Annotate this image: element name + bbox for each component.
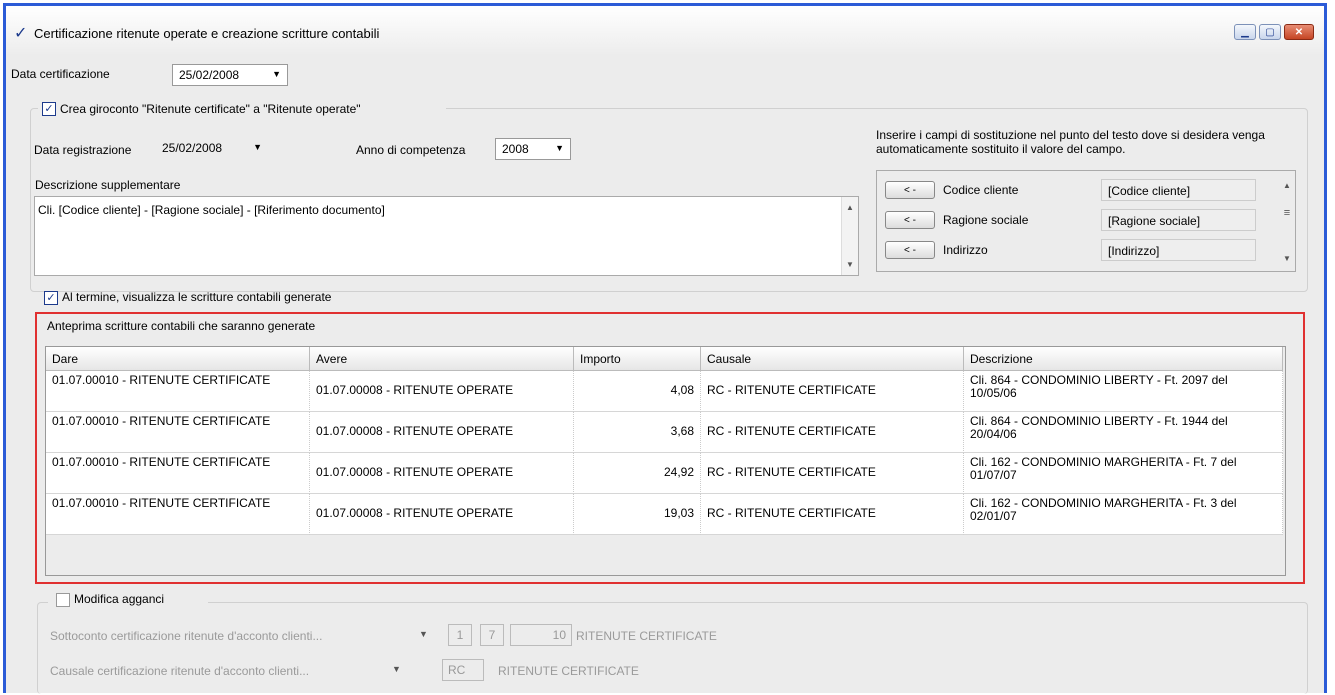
chevron-down-icon[interactable]: ▼ (419, 629, 428, 639)
sottoconto-code1[interactable]: 1 (448, 624, 472, 646)
column-header-descrizione[interactable]: Descrizione (964, 347, 1283, 371)
cell-importo: 19,03 (574, 494, 701, 535)
cell-causale: RC - RITENUTE CERTIFICATE (701, 412, 964, 453)
anteprima-grid: Dare Avere Importo Causale Descrizione 0… (45, 346, 1286, 576)
cell-descrizione: Cli. 864 - CONDOMINIO LIBERTY - Ft. 1944… (964, 412, 1283, 453)
sottoconto-code2[interactable]: 7 (480, 624, 504, 646)
scroll-down-icon[interactable]: ▼ (842, 260, 858, 269)
anteprima-title: Anteprima scritture contabili che sarann… (47, 319, 316, 333)
data-certificazione-picker[interactable]: 25/02/2008 ▼ (172, 64, 288, 86)
cell-avere: 01.07.00008 - RITENUTE OPERATE (310, 453, 574, 494)
scroll-up-icon[interactable]: ▲ (842, 203, 858, 212)
field-label: Indirizzo (943, 243, 988, 257)
maximize-button[interactable]: ▢ (1259, 24, 1281, 40)
anno-competenza-select[interactable]: 2008 ▼ (495, 138, 571, 160)
column-header-dare[interactable]: Dare (46, 347, 310, 371)
data-certificazione-label: Data certificazione (11, 67, 110, 81)
agganci-label: Modifica agganci (74, 592, 165, 606)
scroll-down-icon[interactable]: ▼ (1279, 254, 1295, 263)
cell-descrizione: Cli. 162 - CONDOMINIO MARGHERITA - Ft. 3… (964, 494, 1283, 535)
field-label: Codice cliente (943, 183, 1019, 197)
cell-descrizione: Cli. 162 - CONDOMINIO MARGHERITA - Ft. 7… (964, 453, 1283, 494)
agganci-header: Modifica agganci (48, 589, 208, 609)
scroll-thumb-icon[interactable]: ≡ (1279, 207, 1295, 219)
causale-desc: RITENUTE CERTIFICATE (498, 664, 639, 678)
title-bar: ✓ Certificazione ritenute operate e crea… (6, 6, 1324, 56)
scroll-up-icon[interactable]: ▲ (1279, 181, 1295, 190)
table-row[interactable]: 01.07.00010 - RITENUTE CERTIFICATE 01.07… (46, 494, 1283, 535)
window-title: Certificazione ritenute operate e creazi… (34, 26, 380, 41)
field-row-indirizzo: < - Indirizzo [Indirizzo] (885, 239, 1265, 265)
fields-scrollbar[interactable]: ▲ ≡ ▼ (1279, 171, 1295, 271)
chevron-down-icon[interactable]: ▼ (392, 664, 401, 674)
causale-label: Causale certificazione ritenute d'accont… (50, 664, 310, 678)
chevron-down-icon: ▼ (555, 143, 564, 153)
column-header-importo[interactable]: Importo (574, 347, 701, 371)
data-registrazione-label: Data registrazione (34, 143, 132, 157)
cell-avere: 01.07.00008 - RITENUTE OPERATE (310, 412, 574, 453)
minimize-button[interactable]: ▁ (1234, 24, 1256, 40)
cell-avere: 01.07.00008 - RITENUTE OPERATE (310, 494, 574, 535)
table-row[interactable]: 01.07.00010 - RITENUTE CERTIFICATE 01.07… (46, 412, 1283, 453)
field-value: [Ragione sociale] (1101, 209, 1256, 231)
cell-dare: 01.07.00010 - RITENUTE CERTIFICATE (46, 453, 310, 494)
data-certificazione-value: 25/02/2008 (179, 68, 240, 82)
sottoconto-desc: RITENUTE CERTIFICATE (576, 629, 717, 643)
cell-dare: 01.07.00010 - RITENUTE CERTIFICATE (46, 412, 310, 453)
sottoconto-code3[interactable]: 10 (510, 624, 572, 646)
chevron-down-icon: ▼ (272, 69, 281, 79)
data-registrazione-value: 25/02/2008 (162, 141, 223, 155)
field-row-ragione-sociale: < - Ragione sociale [Ragione sociale] (885, 209, 1265, 235)
agganci-group (37, 602, 1308, 694)
field-value: [Codice cliente] (1101, 179, 1256, 201)
anno-competenza-value: 2008 (502, 142, 529, 156)
visualizza-label: Al termine, visualizza le scritture cont… (62, 290, 332, 304)
giroconto-header: ✓ Crea giroconto "Ritenute certificate" … (38, 98, 446, 118)
visualizza-checkbox[interactable]: ✓ (44, 291, 58, 305)
descrizione-textarea[interactable]: Cli. [Codice cliente] - [Ragione sociale… (34, 196, 859, 276)
cell-dare: 01.07.00010 - RITENUTE CERTIFICATE (46, 494, 310, 535)
anno-competenza-label: Anno di competenza (356, 143, 466, 157)
chevron-down-icon: ▼ (253, 142, 262, 152)
column-header-avere[interactable]: Avere (310, 347, 574, 371)
field-label: Ragione sociale (943, 213, 1029, 227)
main-window: ✓ Certificazione ritenute operate e crea… (3, 3, 1327, 694)
cell-avere: 01.07.00008 - RITENUTE OPERATE (310, 371, 574, 412)
field-row-codice-cliente: < - Codice cliente [Codice cliente] (885, 179, 1265, 205)
help-text: Inserire i campi di sostituzione nel pun… (876, 128, 1265, 156)
check-icon: ✓ (14, 25, 28, 42)
cell-importo: 3,68 (574, 412, 701, 453)
insert-codice-cliente-button[interactable]: < - (885, 181, 935, 199)
causale-code[interactable]: RC (442, 659, 484, 681)
cell-causale: RC - RITENUTE CERTIFICATE (701, 453, 964, 494)
cell-descrizione: Cli. 864 - CONDOMINIO LIBERTY - Ft. 2097… (964, 371, 1283, 412)
agganci-checkbox[interactable] (56, 593, 70, 607)
cell-importo: 24,92 (574, 453, 701, 494)
giroconto-label: Crea giroconto "Ritenute certificate" a … (60, 102, 361, 116)
descrizione-label: Descrizione supplementare (35, 178, 181, 192)
data-registrazione-picker[interactable]: 25/02/2008 ▼ (156, 138, 268, 160)
table-row[interactable]: 01.07.00010 - RITENUTE CERTIFICATE 01.07… (46, 371, 1283, 412)
cell-importo: 4,08 (574, 371, 701, 412)
table-row[interactable]: 01.07.00010 - RITENUTE CERTIFICATE 01.07… (46, 453, 1283, 494)
cell-dare: 01.07.00010 - RITENUTE CERTIFICATE (46, 371, 310, 412)
cell-causale: RC - RITENUTE CERTIFICATE (701, 494, 964, 535)
cell-causale: RC - RITENUTE CERTIFICATE (701, 371, 964, 412)
insert-ragione-sociale-button[interactable]: < - (885, 211, 935, 229)
fields-list: < - Codice cliente [Codice cliente] < - … (876, 170, 1296, 272)
close-button[interactable]: ✕ (1284, 24, 1314, 40)
column-header-causale[interactable]: Causale (701, 347, 964, 371)
descrizione-scrollbar[interactable]: ▲ ▼ (841, 197, 858, 275)
insert-indirizzo-button[interactable]: < - (885, 241, 935, 259)
giroconto-checkbox[interactable]: ✓ (42, 102, 56, 116)
descrizione-value: Cli. [Codice cliente] - [Ragione sociale… (38, 203, 385, 217)
field-value: [Indirizzo] (1101, 239, 1256, 261)
sottoconto-label: Sottoconto certificazione ritenute d'acc… (50, 629, 323, 643)
